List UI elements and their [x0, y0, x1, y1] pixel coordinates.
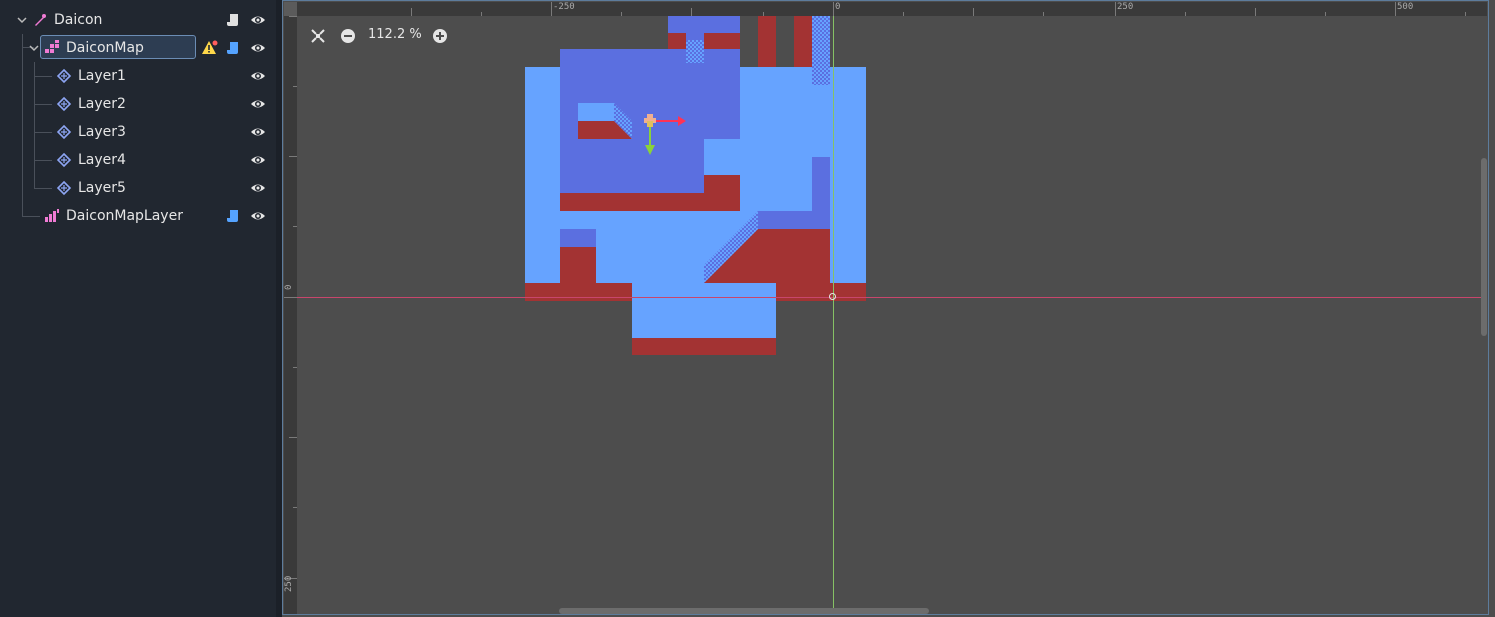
tilemap-canvas	[525, 16, 866, 355]
tilemap-layer-icon	[56, 96, 72, 112]
visibility-eye-icon[interactable]	[250, 209, 266, 223]
tile-region	[776, 283, 866, 301]
tile-region	[525, 283, 632, 301]
tilemap-layer-icon	[56, 68, 72, 84]
ruler-label: 250	[284, 575, 294, 592]
horizontal-scrollbar[interactable]	[297, 608, 1475, 614]
tile-region	[632, 338, 776, 355]
ruler-label: 500	[1397, 2, 1414, 12]
visibility-eye-icon[interactable]	[250, 125, 266, 139]
ruler-label: -250	[553, 2, 575, 12]
chevron-down-icon[interactable]	[28, 42, 40, 54]
tree-item-label: DaiconMapLayer	[66, 208, 183, 224]
horizontal-ruler[interactable]: -250 0 250 500	[297, 2, 1487, 16]
ruler-corner[interactable]	[284, 2, 297, 16]
tile-region	[686, 40, 704, 63]
tree-item-label: Daicon	[54, 12, 103, 28]
x-axis-line	[297, 297, 1487, 298]
script-icon[interactable]	[226, 208, 240, 224]
script-icon[interactable]	[226, 12, 240, 28]
origin-marker	[829, 293, 836, 300]
tilemap-layer-icon	[56, 152, 72, 168]
canvas-viewport[interactable]: -250 0 250 500 0 250 112.2 %	[282, 0, 1495, 617]
tilemap-layer-icon	[56, 180, 72, 196]
tile-region	[560, 229, 596, 247]
script-icon[interactable]	[226, 40, 240, 56]
tile-region	[668, 16, 740, 33]
visibility-eye-icon[interactable]	[250, 153, 266, 167]
node2d-bone-icon	[35, 14, 46, 26]
scrollbar-thumb[interactable]	[559, 608, 929, 614]
tilemap-icon	[45, 40, 59, 53]
tree-item-label: Layer3	[78, 124, 126, 140]
tree-item-layer1[interactable]: Layer1	[0, 62, 276, 90]
tile-region	[704, 175, 740, 211]
tree-item-layer4[interactable]: Layer4	[0, 146, 276, 174]
tree-item-daicon[interactable]: Daicon	[0, 6, 276, 34]
vertical-ruler[interactable]: 0 250	[284, 16, 297, 615]
y-axis-line	[833, 16, 834, 615]
center-view-icon[interactable]	[308, 26, 328, 46]
tile-region	[560, 247, 596, 283]
ruler-label: 0	[835, 2, 841, 12]
zoom-in-icon[interactable]	[430, 26, 450, 46]
tile-region	[812, 16, 830, 85]
zoom-out-icon[interactable]	[338, 26, 358, 46]
visibility-eye-icon[interactable]	[250, 69, 266, 83]
ruler-label: 0	[284, 284, 294, 290]
visibility-eye-icon[interactable]	[250, 97, 266, 111]
tile-region	[758, 211, 830, 229]
scene-tree-panel: Daicon DaiconMap Layer1 Layer2 Layer3 La…	[0, 0, 276, 617]
tree-item-label: Layer5	[78, 180, 126, 196]
tree-item-label: DaiconMap	[66, 40, 144, 56]
tree-item-label: Layer1	[78, 68, 126, 84]
tile-region	[632, 283, 776, 338]
ruler-label: 250	[1117, 2, 1134, 12]
tree-item-layer2[interactable]: Layer2	[0, 90, 276, 118]
visibility-eye-icon[interactable]	[250, 181, 266, 195]
scrollbar-thumb[interactable]	[1481, 158, 1487, 336]
visibility-eye-icon[interactable]	[250, 13, 266, 27]
tile-region	[578, 103, 614, 121]
visibility-eye-icon[interactable]	[250, 41, 266, 55]
tree-item-layer5[interactable]: Layer5	[0, 174, 276, 202]
tree-item-label: Layer4	[78, 152, 126, 168]
tile-region	[794, 16, 812, 67]
vertical-scrollbar[interactable]	[1481, 16, 1487, 611]
zoom-level-label[interactable]: 112.2 %	[368, 27, 422, 42]
tree-item-daiconmaplayer[interactable]: DaiconMapLayer	[0, 202, 276, 230]
tilemap-layer-icon	[56, 124, 72, 140]
tile-region	[758, 16, 776, 67]
tree-item-layer3[interactable]: Layer3	[0, 118, 276, 146]
tilemap-layer-icon	[45, 209, 59, 222]
tree-item-label: Layer2	[78, 96, 126, 112]
tree-item-daiconmap[interactable]: DaiconMap	[0, 34, 276, 62]
warning-icon[interactable]	[202, 40, 218, 56]
chevron-down-icon[interactable]	[16, 14, 28, 26]
